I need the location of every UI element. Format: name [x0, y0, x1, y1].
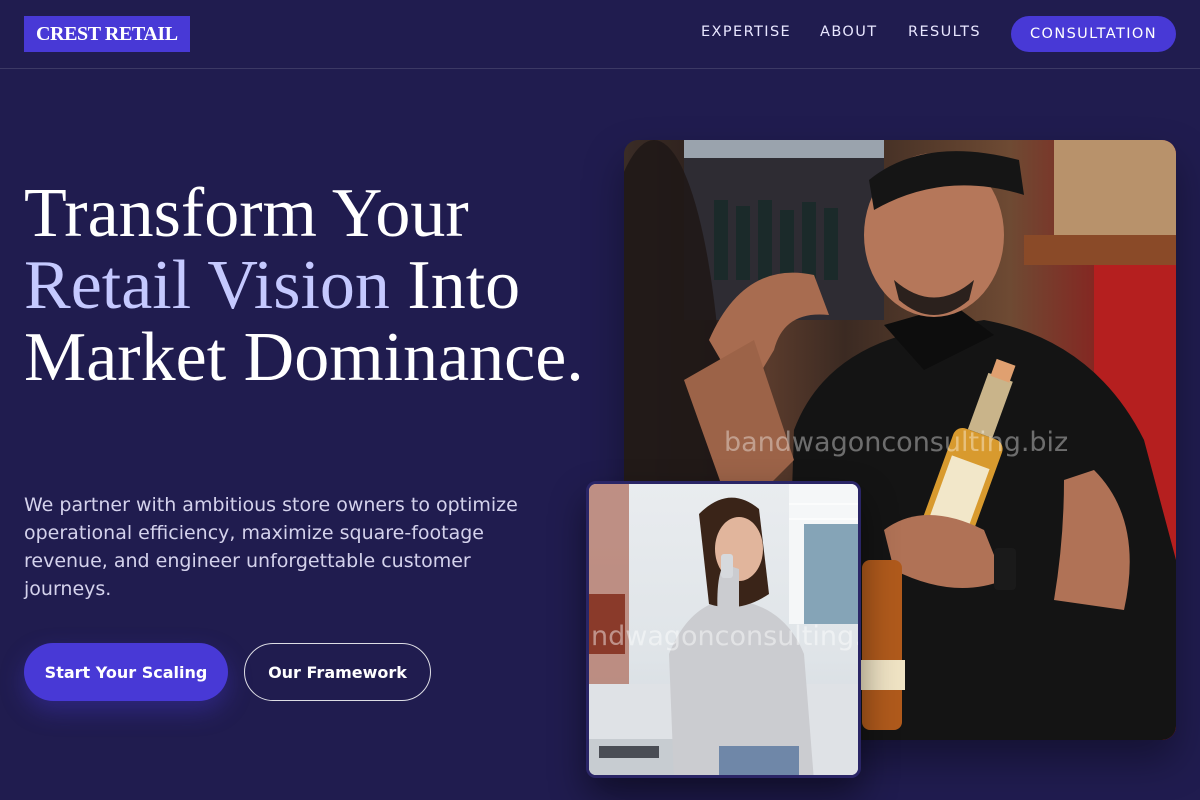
brand-logo-text: CREST RETAIL [36, 22, 178, 45]
nav-link-expertise[interactable]: EXPERTISE [701, 24, 791, 40]
hero-subtext: We partner with ambitious store owners t… [24, 494, 518, 600]
nav-link-results[interactable]: RESULTS [908, 24, 981, 40]
main-photo-watermark: bandwagonconsulting.biz [724, 427, 1069, 458]
nav-link-about[interactable]: ABOUT [820, 24, 878, 40]
our-framework-button[interactable]: Our Framework [244, 643, 431, 701]
site-header: CREST RETAIL EXPERTISE ABOUT RESULTS CON… [0, 0, 1200, 69]
headline-part-1: Transform Your [24, 175, 469, 252]
headline-accent: Retail Vision [24, 247, 390, 324]
hero-photo-customer: ndwagonconsulting.b [586, 481, 861, 778]
inset-photo-watermark: ndwagonconsulting.b [591, 621, 861, 652]
brand-logo[interactable]: CREST RETAIL [24, 16, 190, 52]
hero-headline: Transform Your Retail Vision Into Market… [24, 178, 584, 394]
landing-page: CREST RETAIL EXPERTISE ABOUT RESULTS CON… [0, 0, 1200, 800]
start-scaling-button[interactable]: Start Your Scaling [24, 643, 228, 701]
consultation-button[interactable]: CONSULTATION [1011, 16, 1176, 52]
